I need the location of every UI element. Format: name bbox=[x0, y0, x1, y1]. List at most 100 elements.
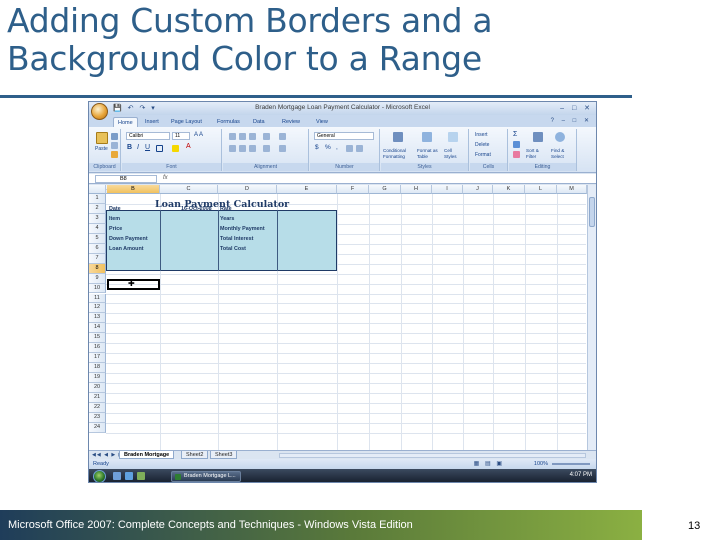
tab-insert[interactable]: Insert bbox=[141, 117, 163, 127]
row-header-10[interactable]: 10 bbox=[89, 283, 106, 294]
bold-icon[interactable]: B bbox=[127, 144, 132, 151]
clear-icon[interactable] bbox=[513, 151, 520, 158]
vertical-scroll-thumb[interactable] bbox=[589, 197, 595, 227]
percent-icon[interactable]: % bbox=[325, 144, 331, 151]
row-header-22[interactable]: 22 bbox=[89, 402, 106, 413]
row-header-17[interactable]: 17 bbox=[89, 353, 106, 364]
format-as-table-button[interactable]: Format as Table bbox=[417, 148, 441, 160]
column-header-f[interactable]: F bbox=[337, 185, 369, 194]
row-header-24[interactable]: 24 bbox=[89, 422, 106, 433]
row-header-16[interactable]: 16 bbox=[89, 343, 106, 354]
row-header-23[interactable]: 23 bbox=[89, 412, 106, 423]
show-desktop-icon[interactable] bbox=[113, 472, 121, 480]
row-header-11[interactable]: 11 bbox=[89, 293, 106, 304]
zoom-slider[interactable] bbox=[552, 463, 590, 465]
row-header-8[interactable]: 8 bbox=[89, 263, 106, 274]
sheet-tab-braden-mortgage[interactable]: Braden Mortgage bbox=[119, 451, 175, 459]
row-header-13[interactable]: 13 bbox=[89, 313, 106, 324]
find-select-button[interactable]: Find & Select bbox=[551, 148, 575, 160]
number-format-select[interactable]: General bbox=[314, 132, 374, 140]
row-header-15[interactable]: 15 bbox=[89, 333, 106, 344]
paste-icon[interactable] bbox=[96, 132, 108, 144]
tab-data[interactable]: Data bbox=[249, 117, 269, 127]
switch-windows-icon[interactable] bbox=[137, 472, 145, 480]
decrease-decimal-icon[interactable] bbox=[356, 145, 363, 152]
worksheet-grid[interactable]: Loan Payment Calculator ✚ ABCDEFGHIJKLM1… bbox=[89, 185, 596, 463]
align-right-icon[interactable] bbox=[249, 145, 256, 152]
find-select-icon[interactable] bbox=[555, 132, 565, 142]
zoom-level[interactable]: 100% bbox=[534, 461, 548, 467]
top-align-icon[interactable] bbox=[229, 133, 236, 140]
row-header-6[interactable]: 6 bbox=[89, 243, 106, 254]
start-button[interactable] bbox=[93, 470, 106, 482]
column-header-d[interactable]: D bbox=[218, 185, 277, 194]
column-header-j[interactable]: J bbox=[463, 185, 493, 194]
sheet-tab-sheet2[interactable]: Sheet2 bbox=[181, 451, 209, 459]
conditional-formatting-button[interactable]: Conditional Formatting bbox=[383, 148, 415, 160]
fill-color-icon[interactable] bbox=[172, 145, 179, 152]
underline-icon[interactable]: U bbox=[145, 144, 150, 151]
tab-home[interactable]: Home bbox=[113, 117, 138, 127]
row-header-12[interactable]: 12 bbox=[89, 303, 106, 314]
orientation-icon[interactable] bbox=[263, 133, 270, 140]
paste-button[interactable]: Paste bbox=[95, 146, 108, 152]
cut-icon[interactable] bbox=[111, 133, 118, 140]
font-size-select[interactable]: 11 bbox=[172, 132, 190, 140]
row-header-18[interactable]: 18 bbox=[89, 363, 106, 374]
column-header-g[interactable]: G bbox=[369, 185, 401, 194]
insert-function-icon[interactable]: fx bbox=[163, 175, 168, 181]
row-header-19[interactable]: 19 bbox=[89, 373, 106, 384]
sort-filter-icon[interactable] bbox=[533, 132, 543, 142]
horizontal-scrollbar[interactable] bbox=[279, 453, 586, 458]
indent-icon[interactable] bbox=[263, 145, 270, 152]
grow-shrink-font-icon[interactable]: A A bbox=[194, 132, 203, 138]
align-left-icon[interactable] bbox=[229, 145, 236, 152]
format-painter-icon[interactable] bbox=[111, 151, 118, 158]
sort-filter-button[interactable]: Sort & Filter bbox=[526, 148, 550, 160]
column-header-i[interactable]: I bbox=[432, 185, 463, 194]
center-icon[interactable] bbox=[239, 145, 246, 152]
sheet-tab-sheet3[interactable]: Sheet3 bbox=[210, 451, 238, 459]
wrap-text-icon[interactable] bbox=[279, 133, 286, 140]
increase-decimal-icon[interactable] bbox=[346, 145, 353, 152]
select-all-corner[interactable] bbox=[89, 185, 106, 194]
tab-review[interactable]: Review bbox=[278, 117, 304, 127]
column-header-l[interactable]: L bbox=[525, 185, 557, 194]
insert-cells-button[interactable]: Insert bbox=[475, 132, 488, 138]
format-as-table-icon[interactable] bbox=[422, 132, 432, 142]
font-name-select[interactable]: Calibri bbox=[126, 132, 170, 140]
font-color-icon[interactable]: A bbox=[186, 143, 191, 150]
office-button[interactable] bbox=[91, 103, 108, 120]
workbook-controls[interactable]: ? – □ ✕ bbox=[551, 117, 592, 124]
comma-icon[interactable]: , bbox=[336, 144, 338, 151]
row-header-7[interactable]: 7 bbox=[89, 253, 106, 264]
row-header-2[interactable]: 2 bbox=[89, 203, 106, 214]
column-header-m[interactable]: M bbox=[557, 185, 587, 194]
vertical-scrollbar[interactable] bbox=[587, 185, 596, 463]
currency-icon[interactable]: $ bbox=[315, 144, 319, 151]
delete-cells-button[interactable]: Delete bbox=[475, 142, 489, 148]
name-box[interactable]: B8 bbox=[95, 175, 157, 183]
window-controls[interactable]: – □ ✕ bbox=[560, 104, 593, 112]
bottom-align-icon[interactable] bbox=[249, 133, 256, 140]
copy-icon[interactable] bbox=[111, 142, 118, 149]
cell-styles-icon[interactable] bbox=[448, 132, 458, 142]
column-header-c[interactable]: C bbox=[160, 185, 218, 194]
tab-page-layout[interactable]: Page Layout bbox=[167, 117, 206, 127]
tab-formulas[interactable]: Formulas bbox=[213, 117, 244, 127]
row-header-20[interactable]: 20 bbox=[89, 383, 106, 393]
italic-icon[interactable]: I bbox=[137, 144, 139, 151]
row-header-1[interactable]: 1 bbox=[89, 194, 106, 204]
tab-view[interactable]: View bbox=[312, 117, 332, 127]
conditional-formatting-icon[interactable] bbox=[393, 132, 403, 142]
autosum-icon[interactable]: Σ bbox=[513, 131, 517, 138]
format-cells-button[interactable]: Format bbox=[475, 152, 491, 158]
column-header-b[interactable]: B bbox=[107, 185, 160, 194]
middle-align-icon[interactable] bbox=[239, 133, 246, 140]
row-header-5[interactable]: 5 bbox=[89, 233, 106, 244]
taskbar-excel-button[interactable]: Braden Mortgage L... bbox=[171, 471, 241, 482]
view-buttons[interactable]: ▦ ▤ ▣ bbox=[474, 460, 504, 467]
row-header-9[interactable]: 9 bbox=[89, 273, 106, 284]
internet-explorer-icon[interactable] bbox=[125, 472, 133, 480]
column-header-e[interactable]: E bbox=[277, 185, 337, 194]
